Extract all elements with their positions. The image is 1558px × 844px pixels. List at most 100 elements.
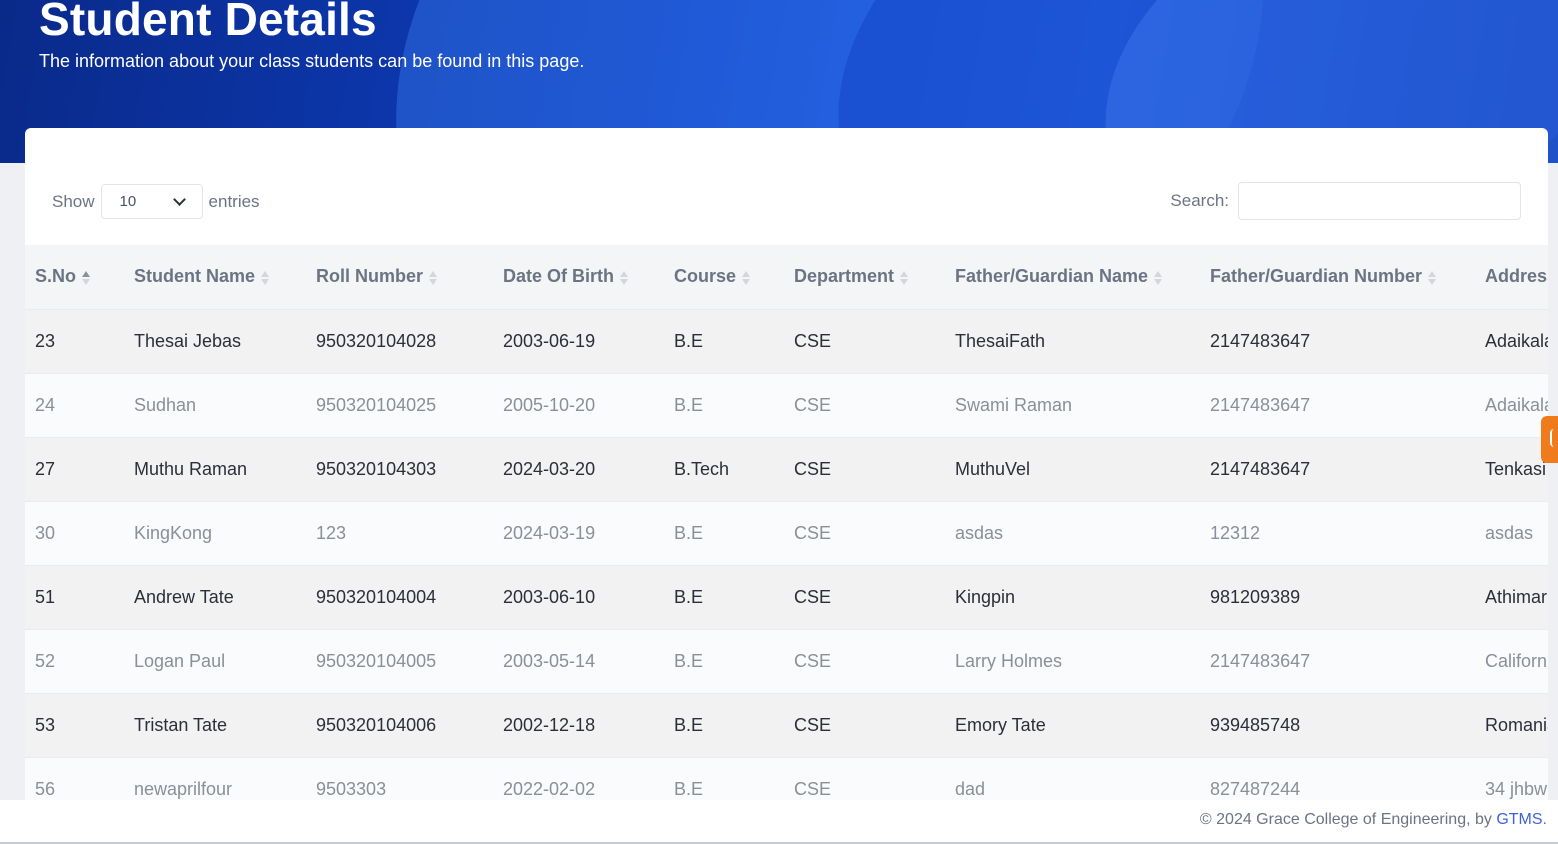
- table-cell: Athimari: [1475, 564, 1548, 629]
- chevron-down-icon: [172, 192, 186, 206]
- table-cell: 2147483647: [1200, 436, 1475, 501]
- table-cell: 51: [25, 564, 124, 629]
- table-cell: 950320104006: [306, 692, 493, 757]
- table-cell: Emory Tate: [945, 692, 1200, 757]
- entries-select[interactable]: 10: [100, 184, 203, 219]
- table-cell: CSE: [784, 756, 945, 800]
- column-header-label: S.No: [35, 266, 77, 287]
- table-header-row: S.No Student Name Roll Number Date Of Birth…: [25, 245, 1548, 309]
- table-cell: CSE: [784, 692, 945, 757]
- table-row: 53 Tristan Tate 950320104006 2002-12-18 B.E C…: [25, 692, 1548, 757]
- sort-ascending-icon: [82, 270, 91, 286]
- table-row: 52 Logan Paul 950320104005 2003-05-14 B.E CSE…: [25, 628, 1548, 693]
- column-header-label: Father/Guardian Name: [955, 266, 1149, 287]
- table-cell: 123: [306, 500, 493, 565]
- table-cell: Andrew Tate: [124, 564, 306, 629]
- table-cell: 950320104005: [306, 628, 493, 693]
- show-label: Show: [52, 191, 95, 211]
- column-header-label: Father/Guardian Number: [1210, 266, 1423, 287]
- side-tab-icon: [1550, 429, 1558, 447]
- table-row: 23 Thesai Jebas 950320104028 2003-06-19 B.E C…: [25, 308, 1548, 373]
- table-cell: 950320104303: [306, 436, 493, 501]
- sort-icon: [620, 270, 629, 286]
- page-subtitle: The information about your class student…: [39, 51, 585, 71]
- table-cell: CSE: [784, 372, 945, 437]
- table-cell: Logan Paul: [124, 628, 306, 693]
- table-cell: 56: [25, 756, 124, 800]
- table-cell: 2003-06-10: [493, 564, 664, 629]
- column-header[interactable]: S.No: [25, 245, 124, 309]
- table-cell: asdas: [945, 500, 1200, 565]
- column-header-label: Student Name: [134, 266, 256, 287]
- table-cell: CSE: [784, 564, 945, 629]
- column-header[interactable]: Department: [784, 245, 945, 309]
- table-cell: MuthuVel: [945, 436, 1200, 501]
- table-cell: Romania: [1475, 692, 1548, 757]
- table-cell: 53: [25, 692, 124, 757]
- table-cell: KingKong: [124, 500, 306, 565]
- table-cell: 24: [25, 372, 124, 437]
- sort-icon: [900, 270, 909, 286]
- column-header[interactable]: Date Of Birth: [493, 245, 664, 309]
- table-cell: B.E: [664, 308, 784, 373]
- table-cell: 2147483647: [1200, 372, 1475, 437]
- table-cell: Sudhan: [124, 372, 306, 437]
- table-cell: CSE: [784, 436, 945, 501]
- column-header[interactable]: Course: [664, 245, 784, 309]
- table-cell: 12312: [1200, 500, 1475, 565]
- column-header[interactable]: Roll Number: [306, 245, 493, 309]
- table-row: 24 Sudhan 950320104025 2005-10-20 B.E CSE Swam…: [25, 372, 1548, 437]
- table-cell: 23: [25, 308, 124, 373]
- table-cell: Tenkasi: [1475, 436, 1548, 501]
- table-cell: 950320104028: [306, 308, 493, 373]
- table-controls: Show 10 entries Search:: [25, 128, 1548, 245]
- table-cell: B.E: [664, 564, 784, 629]
- table-cell: Tristan Tate: [124, 692, 306, 757]
- footer-copyright: © 2024 Grace College of Engineering, by …: [1200, 811, 1547, 829]
- column-header-label: Department: [794, 266, 895, 287]
- table-cell: Swami Raman: [945, 372, 1200, 437]
- table-row: 30 KingKong 123 2024-03-19 B.E CSE asdas 12312 a…: [25, 500, 1548, 565]
- page-title: Student Details: [39, 0, 377, 45]
- column-header[interactable]: Father/Guardian Name: [945, 245, 1200, 309]
- table-cell: 2022-02-02: [493, 756, 664, 800]
- table-cell: Adaikalapuram: [1475, 372, 1548, 437]
- entries-length-control: Show 10 entries: [52, 184, 260, 219]
- sort-icon: [261, 270, 270, 286]
- table-cell: 939485748: [1200, 692, 1475, 757]
- footer-text: © 2024 Grace College of Engineering, by: [1199, 811, 1497, 828]
- table-cell: dad: [945, 756, 1200, 800]
- table-cell: Muthu Raman: [124, 436, 306, 501]
- column-header[interactable]: Student Name: [124, 245, 306, 309]
- students-table-card: Show 10 entries Search: S.No Student Name…: [25, 128, 1548, 800]
- table-cell: 30: [25, 500, 124, 565]
- table-cell: 950320104025: [306, 372, 493, 437]
- table-cell: 950320104004: [306, 564, 493, 629]
- table-cell: ThesaiFath: [945, 308, 1200, 373]
- table-cell: 2002-12-18: [493, 692, 664, 757]
- entries-label: entries: [208, 191, 260, 211]
- search-label: Search:: [1170, 191, 1229, 210]
- footer-period: .: [1542, 811, 1547, 828]
- footer-brand-link[interactable]: GTMS: [1496, 811, 1542, 828]
- table-row: 56 newaprilfour 9503303 2022-02-02 B.E CSE dad…: [25, 756, 1548, 800]
- table-cell: 2024-03-19: [493, 500, 664, 565]
- table-row: 51 Andrew Tate 950320104004 2003-06-10 B.E CS…: [25, 564, 1548, 629]
- footer: © 2024 Grace College of Engineering, by …: [0, 800, 1558, 844]
- table-cell: 2003-05-14: [493, 628, 664, 693]
- table-cell: Larry Holmes: [945, 628, 1200, 693]
- table-cell: 827487244: [1200, 756, 1475, 800]
- sort-icon: [1154, 270, 1163, 286]
- table-cell: 2003-06-19: [493, 308, 664, 373]
- search-input[interactable]: [1238, 182, 1521, 220]
- table-cell: CSE: [784, 308, 945, 373]
- search-control: Search:: [1170, 182, 1521, 220]
- column-header[interactable]: Father/Guardian Number: [1200, 245, 1475, 309]
- table-cell: Thesai Jebas: [124, 308, 306, 373]
- side-feedback-tab[interactable]: [1541, 416, 1558, 463]
- table-cell: B.E: [664, 756, 784, 800]
- column-header[interactable]: Address: [1475, 245, 1548, 309]
- table-cell: California: [1475, 628, 1548, 693]
- column-header-label: Course: [674, 266, 737, 287]
- table-cell: 2024-03-20: [493, 436, 664, 501]
